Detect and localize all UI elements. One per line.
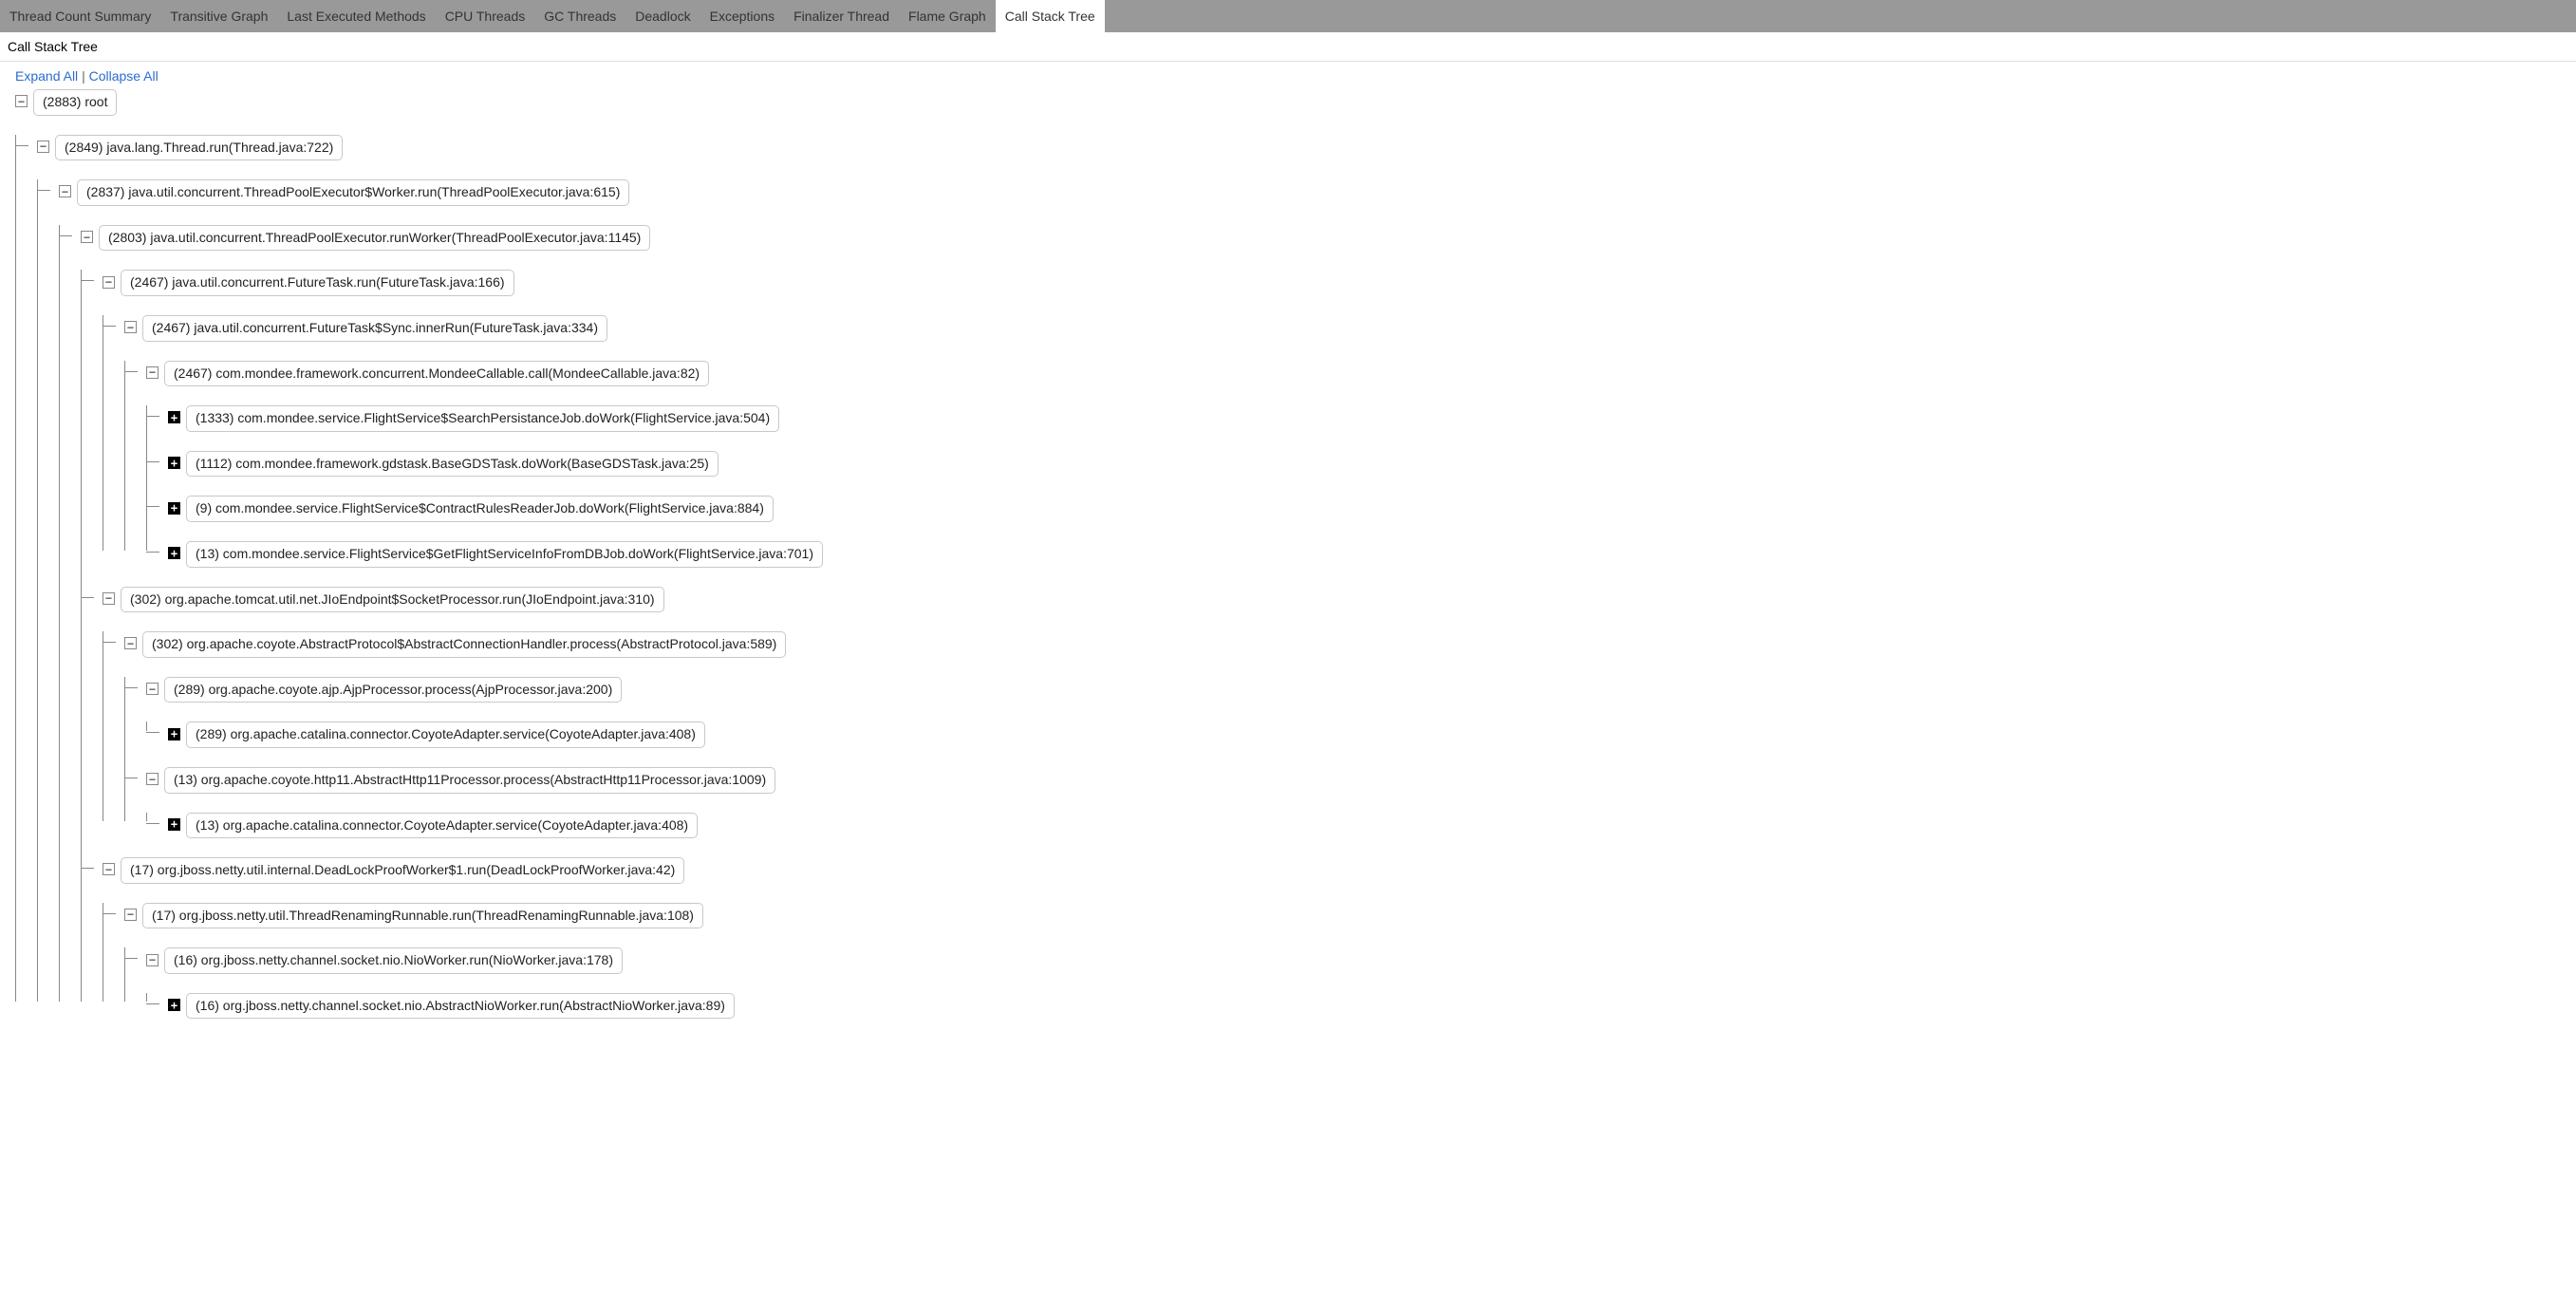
tab-flame-graph[interactable]: Flame Graph bbox=[899, 0, 996, 32]
expand-icon[interactable] bbox=[168, 999, 180, 1011]
call-stack-tree: (2883) root (2849) java.lang.Thread.run(… bbox=[0, 89, 2576, 1019]
tree-node[interactable]: (2803) java.util.concurrent.ThreadPoolEx… bbox=[99, 225, 650, 252]
collapse-icon[interactable] bbox=[124, 321, 137, 333]
expand-all-link[interactable]: Expand All bbox=[15, 68, 78, 84]
tab-transitive-graph[interactable]: Transitive Graph bbox=[160, 0, 277, 32]
collapse-icon[interactable] bbox=[103, 592, 115, 605]
tree-node[interactable]: (302) org.apache.coyote.AbstractProtocol… bbox=[142, 631, 786, 658]
tree-node[interactable]: (2467) java.util.concurrent.FutureTask.r… bbox=[121, 270, 514, 296]
tree-node[interactable]: (1333) com.mondee.service.FlightService$… bbox=[186, 405, 779, 432]
collapse-icon[interactable] bbox=[59, 185, 71, 197]
collapse-icon[interactable] bbox=[103, 276, 115, 289]
tree-node[interactable]: (2467) java.util.concurrent.FutureTask$S… bbox=[142, 315, 607, 342]
tree-node[interactable]: (289) org.apache.coyote.ajp.AjpProcessor… bbox=[164, 677, 622, 703]
expand-icon[interactable] bbox=[168, 502, 180, 515]
collapse-icon[interactable] bbox=[103, 863, 115, 875]
collapse-icon[interactable] bbox=[146, 773, 159, 785]
tab-deadlock[interactable]: Deadlock bbox=[625, 0, 700, 32]
tab-bar: Thread Count Summary Transitive Graph La… bbox=[0, 0, 2576, 32]
tree-node[interactable]: (1112) com.mondee.framework.gdstask.Base… bbox=[186, 451, 719, 478]
tab-thread-count-summary[interactable]: Thread Count Summary bbox=[0, 0, 160, 32]
tab-cpu-threads[interactable]: CPU Threads bbox=[436, 0, 535, 32]
collapse-icon[interactable] bbox=[124, 637, 137, 649]
tree-node[interactable]: (302) org.apache.tomcat.util.net.JIoEndp… bbox=[121, 587, 664, 613]
collapse-all-link[interactable]: Collapse All bbox=[89, 68, 159, 84]
tab-exceptions[interactable]: Exceptions bbox=[700, 0, 784, 32]
tree-node[interactable]: (2837) java.util.concurrent.ThreadPoolEx… bbox=[77, 179, 629, 206]
collapse-icon[interactable] bbox=[81, 231, 93, 243]
collapse-icon[interactable] bbox=[37, 141, 49, 153]
collapse-icon[interactable] bbox=[146, 366, 159, 379]
expand-icon[interactable] bbox=[168, 411, 180, 423]
page-title: Call Stack Tree bbox=[0, 32, 2576, 62]
tree-node[interactable]: (16) org.jboss.netty.channel.socket.nio.… bbox=[186, 993, 735, 1020]
tree-node[interactable]: (17) org.jboss.netty.util.ThreadRenaming… bbox=[142, 903, 703, 929]
tree-node[interactable]: (2883) root bbox=[33, 89, 117, 116]
tree-node[interactable]: (9) com.mondee.service.FlightService$Con… bbox=[186, 496, 774, 522]
tab-call-stack-tree[interactable]: Call Stack Tree bbox=[996, 0, 1105, 32]
expand-icon[interactable] bbox=[168, 457, 180, 469]
expand-icon[interactable] bbox=[168, 547, 180, 559]
tree-node[interactable]: (2467) com.mondee.framework.concurrent.M… bbox=[164, 361, 709, 387]
separator: | bbox=[82, 68, 85, 84]
tree-node[interactable]: (13) org.apache.catalina.connector.Coyot… bbox=[186, 813, 698, 839]
tab-gc-threads[interactable]: GC Threads bbox=[534, 0, 625, 32]
tree-node[interactable]: (289) org.apache.catalina.connector.Coyo… bbox=[186, 722, 705, 748]
tab-last-executed-methods[interactable]: Last Executed Methods bbox=[277, 0, 435, 32]
tab-finalizer-thread[interactable]: Finalizer Thread bbox=[784, 0, 899, 32]
tree-node[interactable]: (13) org.apache.coyote.http11.AbstractHt… bbox=[164, 767, 775, 794]
collapse-icon[interactable] bbox=[15, 95, 28, 107]
tree-node[interactable]: (2849) java.lang.Thread.run(Thread.java:… bbox=[55, 135, 343, 161]
expand-icon[interactable] bbox=[168, 728, 180, 740]
tree-controls: Expand All | Collapse All bbox=[0, 62, 2576, 89]
expand-icon[interactable] bbox=[168, 818, 180, 831]
collapse-icon[interactable] bbox=[124, 909, 137, 921]
tree-node[interactable]: (16) org.jboss.netty.channel.socket.nio.… bbox=[164, 947, 623, 974]
collapse-icon[interactable] bbox=[146, 683, 159, 695]
tree-node[interactable]: (13) com.mondee.service.FlightService$Ge… bbox=[186, 541, 823, 568]
tree-node[interactable]: (17) org.jboss.netty.util.internal.DeadL… bbox=[121, 857, 684, 884]
collapse-icon[interactable] bbox=[146, 954, 159, 966]
